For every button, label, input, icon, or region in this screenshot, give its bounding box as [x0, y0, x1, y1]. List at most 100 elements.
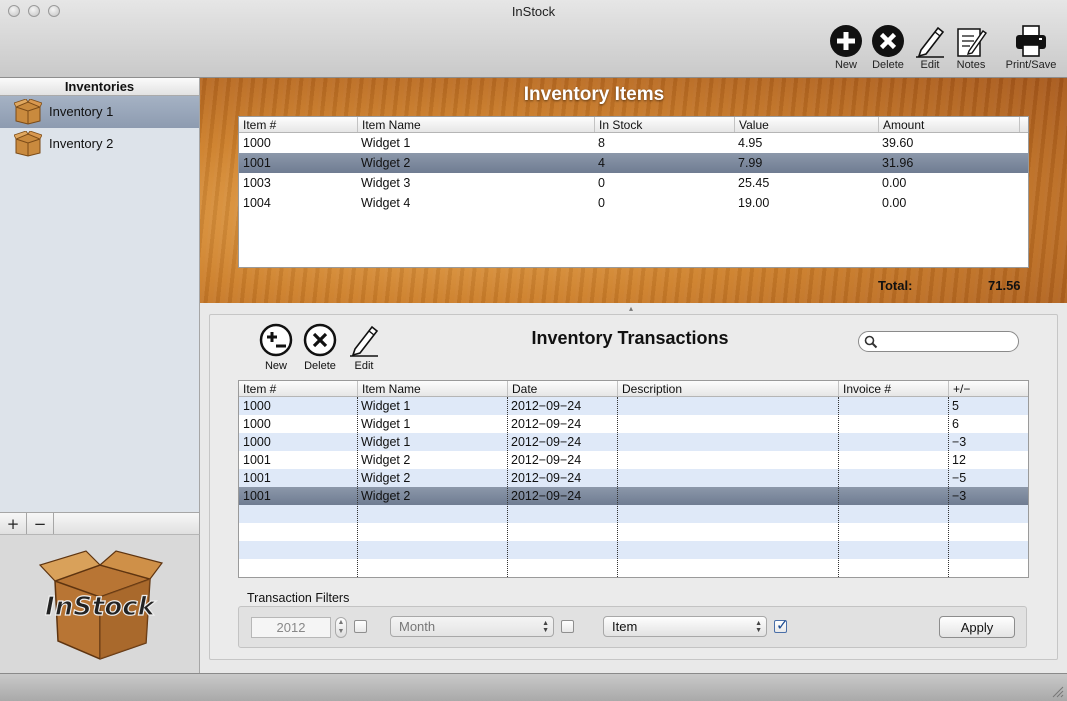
- table-row[interactable]: 1004 Widget 4 0 19.00 0.00: [239, 193, 1028, 213]
- box-icon: [14, 99, 42, 125]
- table-cell: 2012−09−24: [511, 417, 582, 431]
- table-cell: Widget 1: [361, 136, 411, 150]
- search-icon: [864, 335, 878, 349]
- table-row[interactable]: 1003 Widget 3 0 25.45 0.00: [239, 173, 1028, 193]
- sidebar-item-inventory-1[interactable]: Inventory 1: [0, 96, 199, 128]
- table-row[interactable]: 1000 Widget 1 8 4.95 39.60: [239, 133, 1028, 153]
- window-title: InStock: [511, 4, 556, 19]
- year-stepper[interactable]: ▲ ▼: [335, 617, 347, 638]
- delete-transaction-label: Delete: [304, 360, 336, 372]
- table-cell: 0: [598, 176, 605, 190]
- table-cell: Widget 2: [361, 453, 411, 467]
- column-header-in-stock[interactable]: In Stock: [594, 117, 734, 132]
- transactions-search-input[interactable]: [858, 331, 1019, 352]
- table-header: Item # Item Name In Stock Value Amount: [239, 117, 1028, 133]
- item-select[interactable]: Item ▲ ▼: [603, 616, 767, 637]
- table-cell: Widget 3: [361, 176, 411, 190]
- notes-button[interactable]: Notes: [943, 24, 999, 74]
- table-cell: −3: [952, 435, 967, 449]
- table-cell: 5: [952, 399, 959, 413]
- month-select[interactable]: Month ▲ ▼: [390, 616, 554, 637]
- month-filter-checkbox[interactable]: [561, 620, 574, 633]
- print-save-button[interactable]: Print/Save: [1000, 24, 1062, 74]
- apply-filters-button[interactable]: Apply: [939, 616, 1015, 638]
- column-header-quantity-change[interactable]: +/−: [948, 381, 1028, 396]
- table-cell: 25.45: [738, 176, 770, 190]
- notes-button-label: Notes: [956, 59, 986, 71]
- sidebar-item-inventory-2[interactable]: Inventory 2: [0, 128, 199, 160]
- printer-icon: [1016, 25, 1046, 57]
- print-save-button-label: Print/Save: [1005, 59, 1057, 71]
- table-cell: 1001: [243, 453, 271, 467]
- table-cell: 2012−09−24: [511, 399, 582, 413]
- window-bottom-bar: [0, 673, 1067, 701]
- table-cell: 4.95: [738, 136, 763, 150]
- table-cell: 2012−09−24: [511, 453, 582, 467]
- table-cell: Widget 2: [361, 489, 411, 503]
- resize-grip-icon[interactable]: [1052, 686, 1064, 698]
- box-icon: [14, 131, 42, 157]
- table-cell: 1000: [243, 435, 271, 449]
- table-cell: 8: [598, 136, 605, 150]
- sidebar-header: Inventories: [0, 78, 199, 96]
- column-header-item-number[interactable]: Item #: [239, 117, 357, 132]
- plus-circle-icon: [830, 25, 862, 57]
- table-cell: −5: [952, 471, 967, 485]
- column-header-item-number[interactable]: Item #: [239, 381, 357, 396]
- sidebar-button-bar: + −: [0, 512, 200, 534]
- edit-transaction-button[interactable]: Edit: [342, 323, 386, 372]
- column-header-item-name[interactable]: Item Name: [357, 117, 594, 132]
- table-cell: Widget 2: [361, 156, 411, 170]
- select-arrows-icon: ▲ ▼: [755, 620, 762, 634]
- inventory-items-rows: 1000 Widget 1 8 4.95 39.60 1001 Widget 2 4 7.99 3…: [239, 133, 1028, 213]
- item-filter-checkbox[interactable]: ✓: [774, 616, 789, 634]
- column-header-date[interactable]: Date: [507, 381, 617, 396]
- pencil-icon: [916, 26, 945, 58]
- transaction-filters-label: Transaction Filters: [247, 591, 350, 605]
- table-cell: 1001: [243, 489, 271, 503]
- new-transaction-button[interactable]: New: [254, 323, 298, 372]
- year-filter-checkbox[interactable]: [354, 620, 367, 633]
- table-cell: Widget 4: [361, 196, 411, 210]
- split-view-handle[interactable]: ▴: [629, 304, 635, 313]
- column-header-value[interactable]: Value: [734, 117, 878, 132]
- year-field[interactable]: [251, 617, 331, 638]
- table-cell: 2012−09−24: [511, 435, 582, 449]
- delete-transaction-button[interactable]: Delete: [298, 323, 342, 372]
- add-inventory-button[interactable]: +: [0, 513, 27, 534]
- remove-inventory-button[interactable]: −: [27, 513, 54, 534]
- window-toolbar: InStock New Delete Edit Notes Print/Save: [0, 0, 1067, 78]
- table-cell: 0.00: [882, 196, 907, 210]
- table-cell: 6: [952, 417, 959, 431]
- table-cell: Widget 1: [361, 399, 411, 413]
- table-cell: 1000: [243, 417, 271, 431]
- table-cell: 39.60: [882, 136, 914, 150]
- column-header-description[interactable]: Description: [617, 381, 838, 396]
- table-cell: 12: [952, 453, 966, 467]
- column-divider: [507, 397, 508, 577]
- instock-logo: InStock: [38, 550, 164, 660]
- column-divider: [948, 397, 949, 577]
- table-cell: Widget 1: [361, 435, 411, 449]
- transactions-table[interactable]: Item # Item Name Date Description Invoic…: [238, 380, 1029, 578]
- x-circle-icon: [872, 25, 904, 57]
- column-header-amount[interactable]: Amount: [878, 117, 1020, 132]
- total-value: 71.56: [988, 278, 1021, 293]
- select-arrows-icon: ▲ ▼: [542, 620, 549, 634]
- table-header: Item # Item Name Date Description Invoic…: [239, 381, 1028, 397]
- table-cell: 1003: [243, 176, 271, 190]
- column-header-invoice[interactable]: Invoice #: [838, 381, 948, 396]
- table-cell: 1001: [243, 156, 271, 170]
- column-header-item-name[interactable]: Item Name: [357, 381, 507, 396]
- table-cell: 1004: [243, 196, 271, 210]
- inventory-items-table[interactable]: Item # Item Name In Stock Value Amount 1…: [238, 116, 1029, 268]
- table-cell: 1000: [243, 399, 271, 413]
- notes-icon: [957, 28, 987, 57]
- column-divider: [617, 397, 618, 577]
- table-cell: 4: [598, 156, 605, 170]
- edit-transaction-label: Edit: [354, 360, 374, 372]
- item-select-value: Item: [612, 619, 638, 634]
- table-cell: −3: [952, 489, 967, 503]
- new-transaction-label: New: [264, 360, 287, 372]
- table-row[interactable]: 1001 Widget 2 4 7.99 31.96: [239, 153, 1028, 173]
